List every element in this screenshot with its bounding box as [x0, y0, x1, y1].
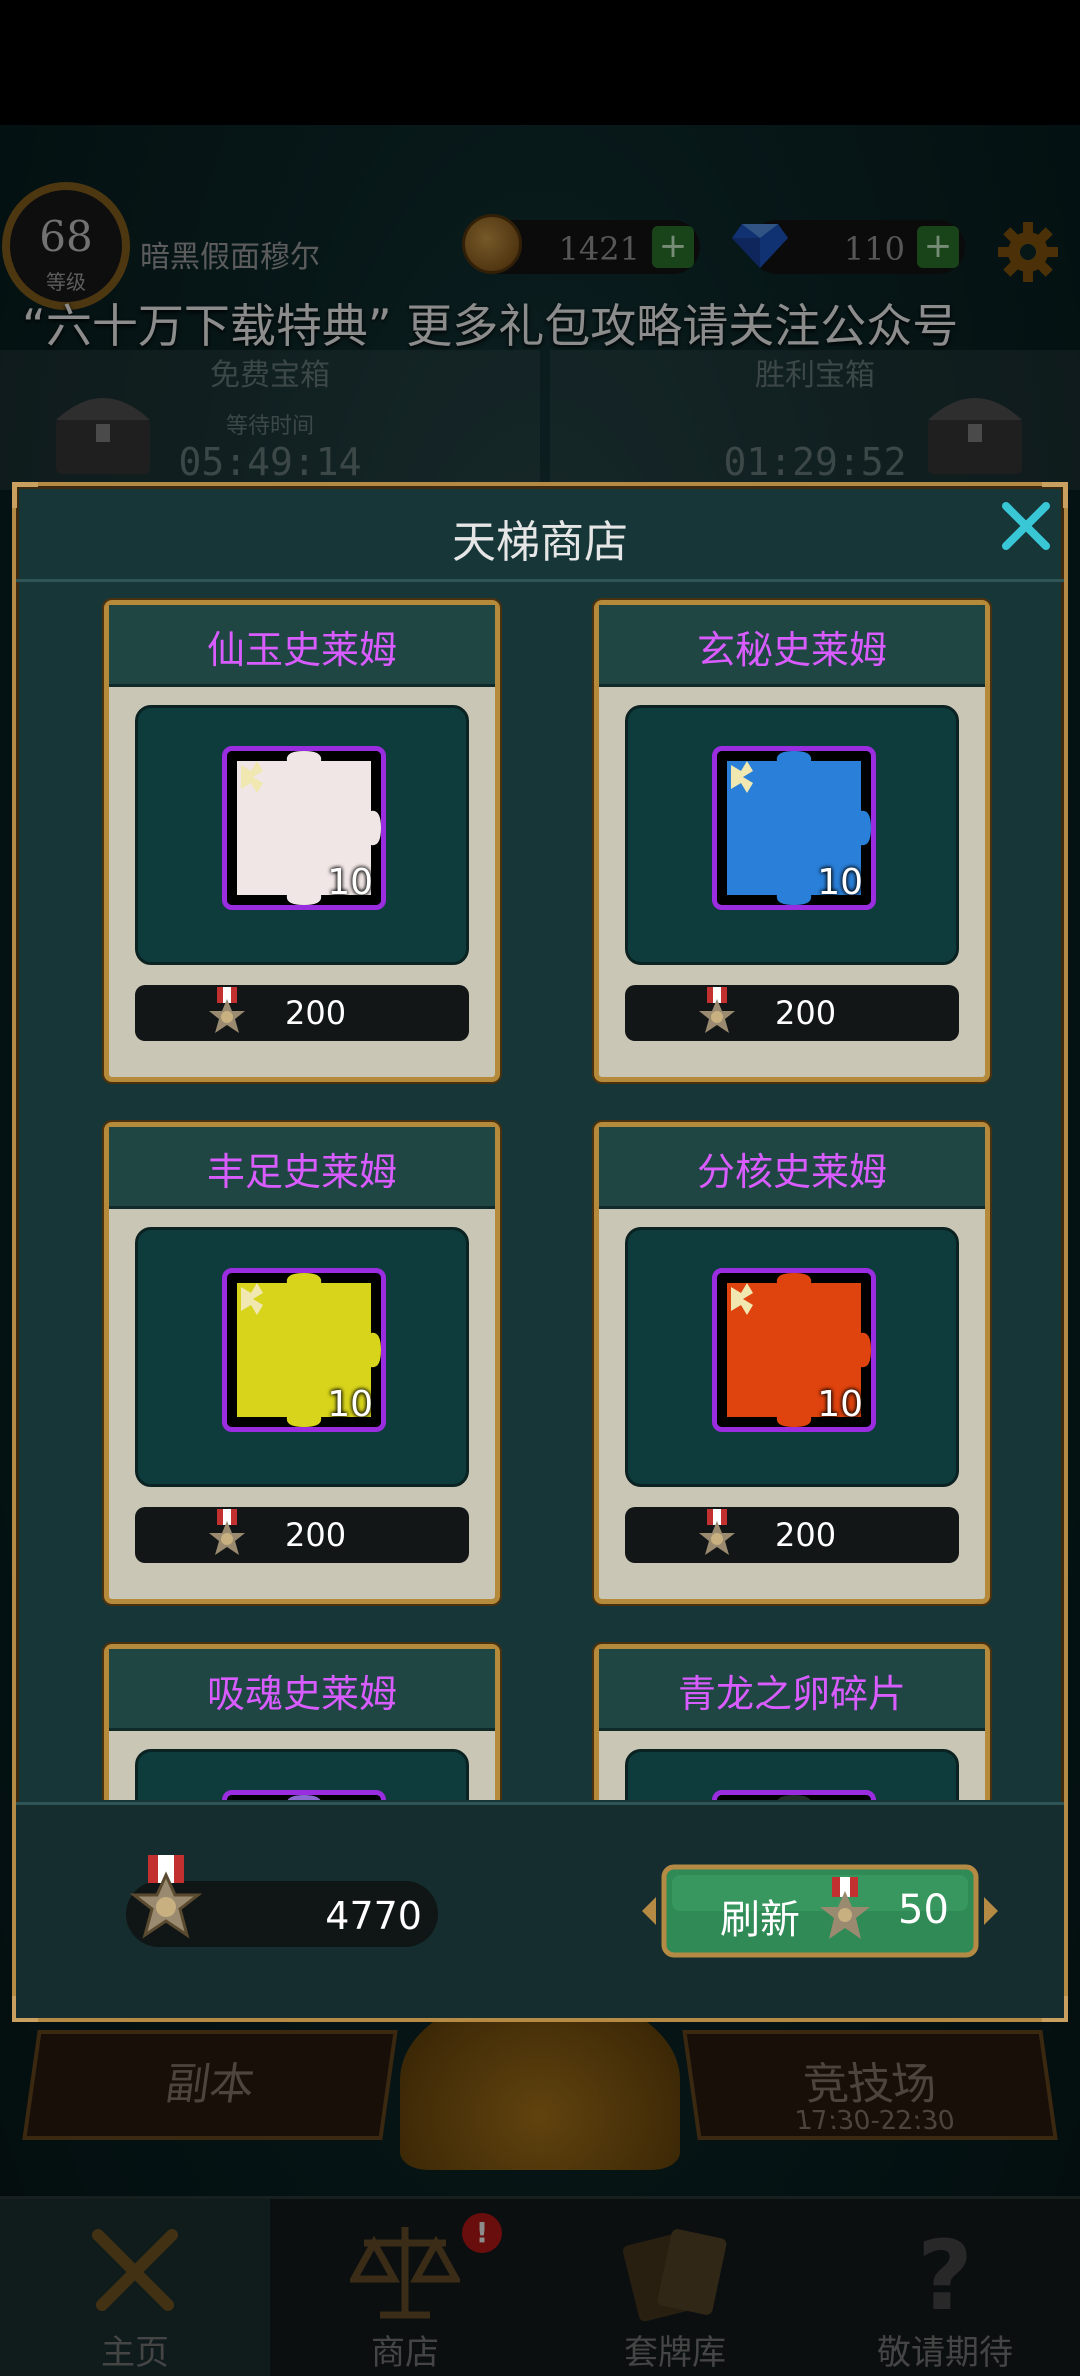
item-quantity: 10 — [327, 862, 373, 903]
ladder-medal-icon — [209, 1509, 245, 1555]
slime-fragment-image: 10 — [712, 1268, 876, 1432]
item-price: 200 — [775, 994, 837, 1032]
item-price: 200 — [285, 1516, 347, 1554]
slime-fragment-image — [222, 1790, 386, 1800]
item-quantity: 10 — [817, 862, 863, 903]
item-art-frame — [135, 1749, 469, 1800]
shop-item-card[interactable]: 分核史莱姆 10 200 — [594, 1122, 990, 1604]
ladder-medal-icon — [699, 987, 735, 1033]
shop-item-card[interactable]: 仙玉史莱姆 10 200 — [104, 600, 500, 1082]
slime-fragment-image: 10 — [222, 746, 386, 910]
status-bar — [0, 0, 1080, 125]
item-name-banner: 吸魂史莱姆 — [109, 1649, 495, 1731]
puzzle-piece-icon — [717, 1795, 871, 1800]
item-name-banner: 分核史莱姆 — [599, 1127, 985, 1209]
shop-item-card[interactable]: 玄秘史莱姆 10 200 — [594, 600, 990, 1082]
item-name: 丰足史莱姆 — [206, 1150, 397, 1194]
ladder-medal-icon — [699, 1509, 735, 1555]
shop-item-card[interactable]: 青龙之卵碎片 — [594, 1644, 990, 1800]
item-price: 200 — [775, 1516, 837, 1554]
shop-item-list[interactable]: 仙玉史莱姆 10 200 玄秘史莱姆 10 200 丰足史莱姆 10 200 分… — [16, 586, 1064, 1800]
item-art-frame — [625, 1749, 959, 1800]
refresh-cost: 50 — [898, 1887, 949, 1933]
item-price: 200 — [285, 994, 347, 1032]
item-art-frame: 10 — [135, 1227, 469, 1487]
dialog-header: 天梯商店 — [16, 486, 1064, 582]
item-name: 分核史莱姆 — [696, 1150, 887, 1194]
dragon-egg-fragment-image — [712, 1790, 876, 1800]
item-name: 玄秘史莱姆 — [696, 628, 887, 672]
slime-fragment-image: 10 — [222, 1268, 386, 1432]
refresh-label: 刷新 — [720, 1897, 800, 1943]
slime-fragment-image: 10 — [712, 746, 876, 910]
item-name: 青龙之卵碎片 — [677, 1672, 906, 1716]
item-quantity: 10 — [327, 1384, 373, 1425]
price-bar: 200 — [625, 1507, 959, 1563]
ladder-medal-icon — [129, 1855, 203, 1939]
item-name-banner: 玄秘史莱姆 — [599, 605, 985, 687]
item-quantity: 10 — [817, 1384, 863, 1425]
shop-item-card[interactable]: 吸魂史莱姆 — [104, 1644, 500, 1800]
ladder-points-value: 4770 — [325, 1894, 422, 1938]
item-name: 吸魂史莱姆 — [206, 1672, 397, 1716]
item-name-banner: 仙玉史莱姆 — [109, 605, 495, 687]
close-icon[interactable] — [996, 496, 1056, 556]
item-art-frame: 10 — [625, 705, 959, 965]
item-name-banner: 青龙之卵碎片 — [599, 1649, 985, 1731]
item-art-frame: 10 — [135, 705, 469, 965]
shop-item-card[interactable]: 丰足史莱姆 10 200 — [104, 1122, 500, 1604]
ladder-shop-dialog: 天梯商店 仙玉史莱姆 10 200 玄秘史莱姆 10 200 丰足史莱姆 10 … — [12, 482, 1068, 2022]
puzzle-piece-icon — [227, 1795, 381, 1800]
ladder-medal-icon — [820, 1877, 870, 1939]
item-name: 仙玉史莱姆 — [206, 628, 397, 672]
price-bar: 200 — [625, 985, 959, 1041]
price-bar: 200 — [135, 1507, 469, 1563]
item-art-frame: 10 — [625, 1227, 959, 1487]
dialog-title: 天梯商店 — [452, 517, 628, 568]
item-name-banner: 丰足史莱姆 — [109, 1127, 495, 1209]
price-bar: 200 — [135, 985, 469, 1041]
refresh-button[interactable]: 刷新 50 — [642, 1861, 998, 1961]
dialog-footer: 4770 刷新 50 — [16, 1802, 1064, 2018]
ladder-medal-icon — [209, 987, 245, 1033]
